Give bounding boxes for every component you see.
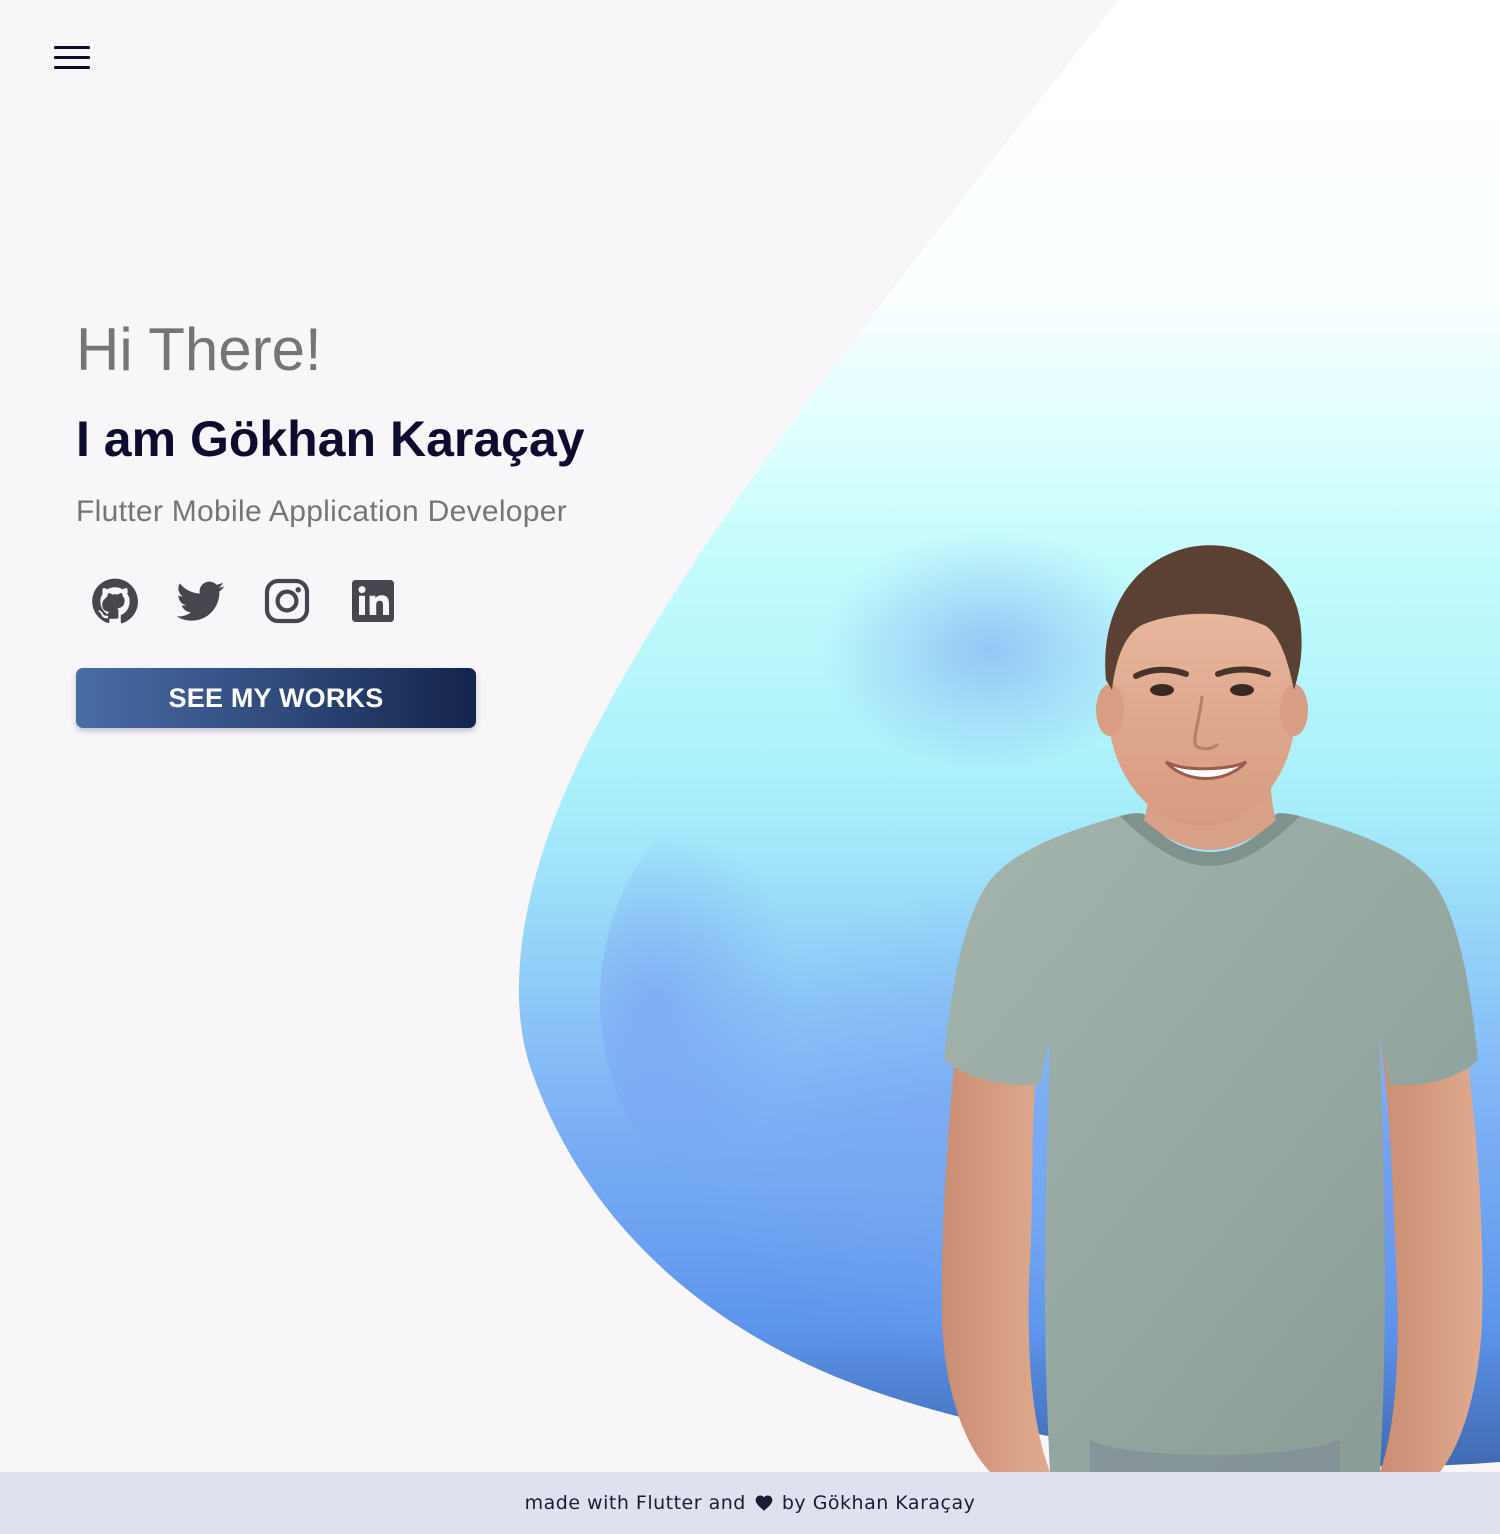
footer-suffix-text: by Gökhan Karaçay (781, 1492, 976, 1514)
github-icon (92, 578, 138, 624)
heart-icon (754, 1493, 774, 1513)
footer: made with Flutter and by Gökhan Karaçay (0, 1472, 1500, 1534)
role-subtitle: Flutter Mobile Application Developer (76, 495, 568, 528)
hero-section: Hi There! I am Gökhan Karaçay Flutter Mo… (76, 312, 585, 728)
instagram-link[interactable] (262, 576, 312, 626)
hamburger-menu-icon-bar (54, 65, 90, 69)
name-heading: I am Gökhan Karaçay (76, 411, 585, 467)
instagram-icon (264, 578, 310, 624)
greeting-text: Hi There! (76, 316, 322, 383)
linkedin-link[interactable] (348, 576, 398, 626)
social-links (90, 576, 585, 626)
footer-prefix-text: made with Flutter and (524, 1492, 746, 1514)
twitter-link[interactable] (176, 576, 226, 626)
portfolio-home-page: Hi There! I am Gökhan Karaçay Flutter Mo… (0, 0, 1500, 1534)
menu-button[interactable] (44, 34, 100, 80)
see-my-works-button[interactable]: SEE MY WORKS (76, 668, 476, 728)
hamburger-menu-icon-bar (54, 55, 90, 59)
hamburger-menu-icon (54, 45, 90, 49)
github-link[interactable] (90, 576, 140, 626)
linkedin-icon (352, 580, 394, 622)
profile-photo (941, 545, 1483, 1472)
twitter-icon (177, 581, 225, 621)
